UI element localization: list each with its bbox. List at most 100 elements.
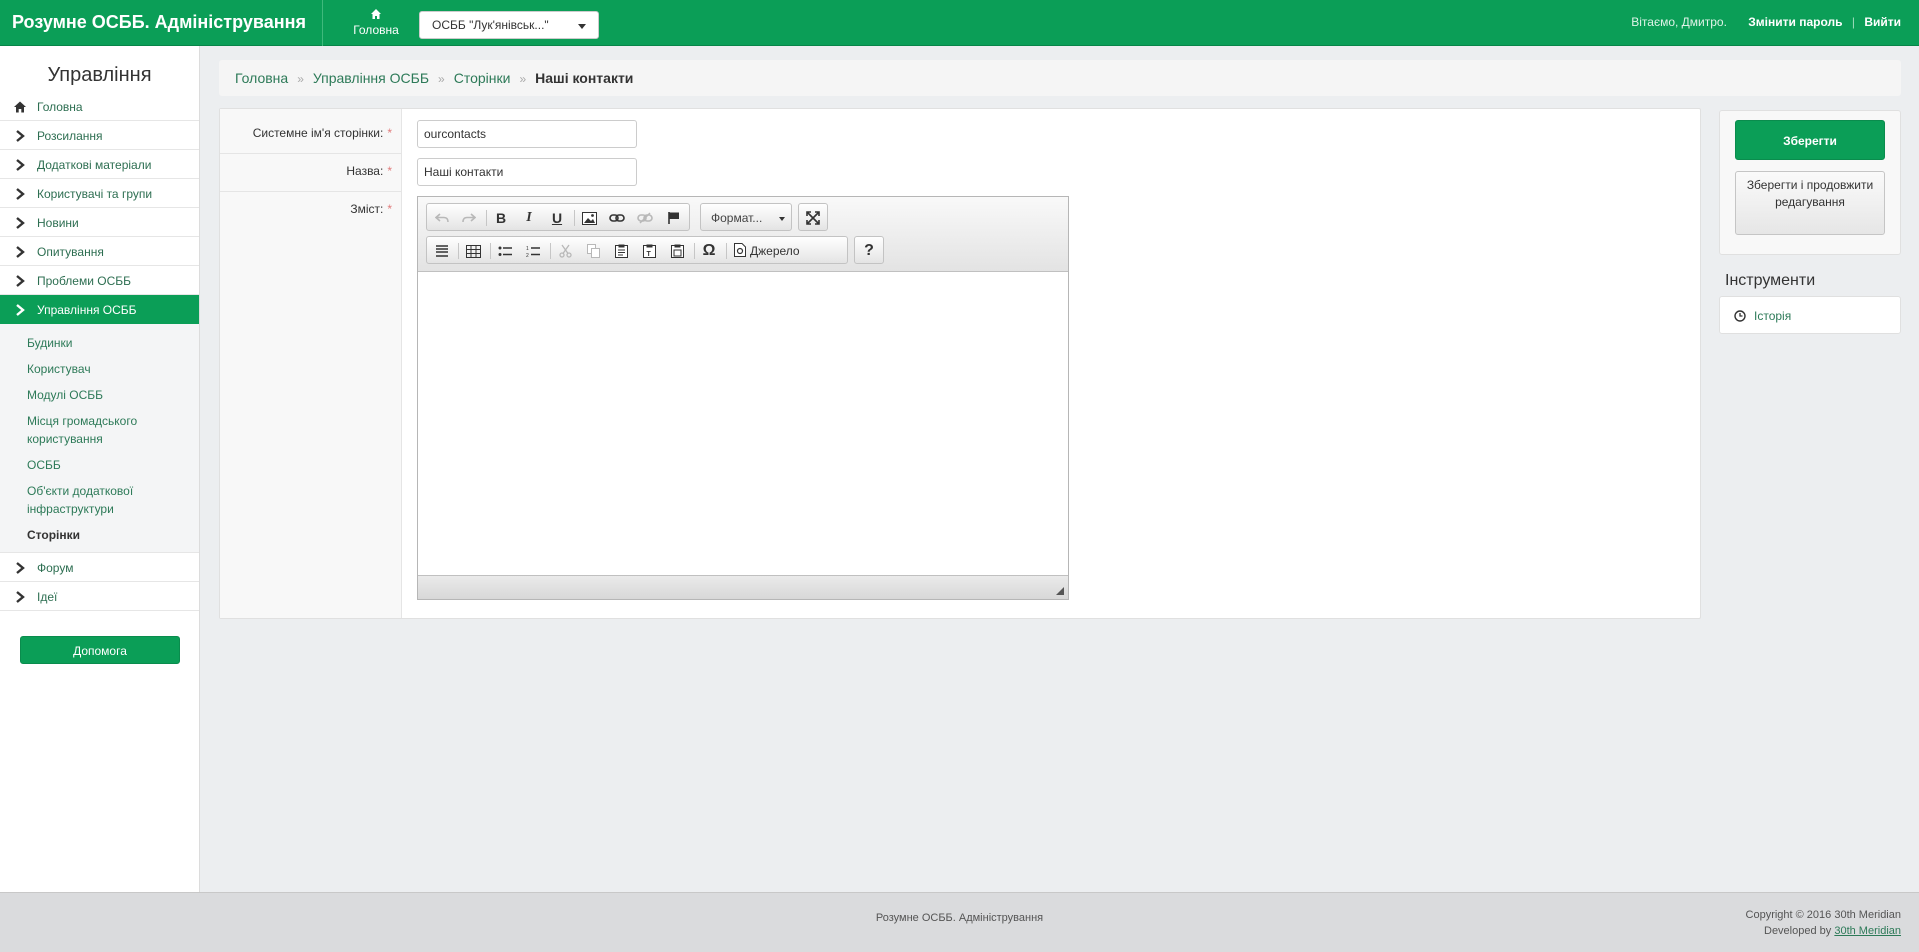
anchor-flag-icon[interactable] bbox=[662, 207, 684, 229]
link-icon[interactable] bbox=[606, 207, 628, 229]
toolbar-divider bbox=[726, 243, 727, 259]
source-button[interactable]: Джерело bbox=[730, 240, 804, 262]
italic-icon[interactable]: I bbox=[518, 207, 540, 229]
source-button-label: Джерело bbox=[750, 244, 800, 258]
svg-text:2: 2 bbox=[526, 253, 529, 258]
breadcrumb-home[interactable]: Головна bbox=[235, 70, 288, 86]
developer-link[interactable]: 30th Meridian bbox=[1834, 925, 1901, 937]
sidebar-item-users-groups[interactable]: Користувачі та групи bbox=[0, 179, 199, 208]
bulleted-list-icon[interactable] bbox=[494, 240, 516, 262]
toolbar-group-help: ? bbox=[854, 236, 884, 264]
toolbar-group-insert: 12 T Ω Джерело bbox=[426, 236, 848, 264]
format-combo-text: Формат... bbox=[711, 211, 763, 225]
undo-icon[interactable] bbox=[431, 207, 453, 229]
osbb-select-dropdown[interactable]: ОСББ "Лук'янівськ..." bbox=[419, 11, 599, 39]
sidebar-item-osbb-management[interactable]: Управління ОСББ bbox=[0, 295, 199, 324]
subnav-item-pages[interactable]: Сторінки bbox=[0, 522, 199, 548]
breadcrumb-pages[interactable]: Сторінки bbox=[454, 70, 511, 86]
redo-icon[interactable] bbox=[458, 207, 480, 229]
toolbar-divider bbox=[694, 243, 695, 259]
editor-content-area[interactable] bbox=[418, 272, 1068, 575]
chevron-right-icon bbox=[13, 216, 27, 230]
subnav-item-public-places[interactable]: Місця громадського користування bbox=[0, 408, 199, 452]
change-password-link[interactable]: Змінити пароль bbox=[1748, 15, 1842, 29]
bold-icon[interactable]: B bbox=[490, 207, 512, 229]
sidebar-item-mailing[interactable]: Розсилання bbox=[0, 121, 199, 150]
sidebar-item-label: Ідеї bbox=[37, 590, 58, 604]
underline-icon[interactable]: U bbox=[546, 207, 568, 229]
tools-title: Інструменти bbox=[1725, 272, 1816, 289]
sidebar-item-forum[interactable]: Форум bbox=[0, 553, 199, 582]
chevron-right-icon bbox=[13, 274, 27, 288]
sidebar-title: Управління bbox=[47, 64, 152, 86]
sidebar-item-problems[interactable]: Проблеми ОСББ bbox=[0, 266, 199, 295]
subnav-item-user[interactable]: Користувач bbox=[0, 356, 199, 382]
subnav-item-buildings[interactable]: Будинки bbox=[0, 330, 199, 356]
breadcrumb-current: Наші контакти bbox=[535, 70, 634, 86]
paste-word-icon[interactable] bbox=[666, 240, 688, 262]
help-question-icon[interactable]: ? bbox=[858, 240, 880, 262]
chevron-right-icon bbox=[13, 245, 27, 259]
tools-panel[interactable]: Історія bbox=[1719, 296, 1901, 334]
home-icon bbox=[13, 100, 27, 114]
toolbar-divider bbox=[574, 210, 575, 226]
toolbar-divider bbox=[458, 243, 459, 259]
copy-icon[interactable] bbox=[582, 240, 604, 262]
image-icon[interactable] bbox=[578, 207, 600, 229]
sidebar-item-polls[interactable]: Опитування bbox=[0, 237, 199, 266]
svg-text:T: T bbox=[646, 251, 651, 258]
logout-link[interactable]: Вийти bbox=[1864, 15, 1901, 29]
system-name-input[interactable] bbox=[417, 120, 637, 148]
help-button[interactable]: Допомога bbox=[20, 636, 180, 664]
form-row-divider bbox=[220, 191, 402, 192]
system-name-label: Системне ім'я сторінки: * bbox=[220, 126, 402, 140]
subnav-item-osbb[interactable]: ОСББ bbox=[0, 452, 199, 478]
resize-grip-icon[interactable] bbox=[1056, 587, 1064, 595]
chevron-right-icon bbox=[13, 158, 27, 172]
sidebar-item-label: Додаткові матеріали bbox=[37, 158, 152, 172]
toolbar-divider bbox=[486, 210, 487, 226]
format-combo[interactable]: Формат... bbox=[700, 203, 792, 231]
horizontal-rule-icon[interactable] bbox=[431, 240, 453, 262]
unlink-icon[interactable] bbox=[634, 207, 656, 229]
sidebar-item-home[interactable]: Головна bbox=[0, 92, 199, 121]
toolbar-group-basic: B I U bbox=[426, 203, 690, 231]
subnav-item-infrastructure[interactable]: Об'єкти додаткової інфраструктури bbox=[0, 478, 199, 522]
page-footer: Розумне ОСББ. Адміністрування Copyright … bbox=[0, 892, 1919, 952]
home-nav-link[interactable]: Головна bbox=[350, 8, 402, 37]
footer-developed: Developed by 30th Meridian bbox=[1746, 923, 1901, 939]
breadcrumb-separator: » bbox=[297, 72, 304, 86]
special-char-icon[interactable]: Ω bbox=[698, 240, 720, 262]
toolbar-group-maximize bbox=[798, 203, 828, 231]
toolbar-divider bbox=[550, 243, 551, 259]
sidebar-item-news[interactable]: Новини bbox=[0, 208, 199, 237]
save-button[interactable]: Зберегти bbox=[1735, 120, 1885, 160]
source-icon bbox=[734, 242, 746, 260]
user-menu-divider: | bbox=[1851, 15, 1855, 29]
footer-app-name: Розумне ОСББ. Адміністрування bbox=[875, 912, 1044, 924]
caret-down-icon bbox=[578, 24, 586, 29]
caret-down-icon bbox=[779, 217, 785, 221]
user-area: Вітаємо, Дмитро. Змінити пароль | Вийти bbox=[1631, 15, 1901, 29]
title-input[interactable] bbox=[417, 158, 637, 186]
sidebar-item-label: Розсилання bbox=[37, 129, 103, 143]
brand-title[interactable]: Розумне ОСББ. Адміністрування bbox=[12, 12, 306, 33]
sidebar-item-label: Головна bbox=[37, 100, 83, 114]
table-icon[interactable] bbox=[462, 240, 484, 262]
required-marker: * bbox=[387, 164, 392, 178]
save-and-continue-button[interactable]: Зберегти і продовжити редагування bbox=[1735, 171, 1885, 235]
osbb-select-value: ОСББ "Лук'янівськ..." bbox=[432, 18, 549, 32]
editor-status-bar bbox=[418, 575, 1068, 599]
sidebar-item-label: Користувачі та групи bbox=[37, 187, 153, 201]
maximize-icon[interactable] bbox=[802, 207, 824, 229]
subnav-item-modules[interactable]: Модулі ОСББ bbox=[0, 382, 199, 408]
sidebar-item-ideas[interactable]: Ідеї bbox=[0, 582, 199, 611]
sidebar-item-materials[interactable]: Додаткові матеріали bbox=[0, 150, 199, 179]
breadcrumb-osbb-management[interactable]: Управління ОСББ bbox=[313, 70, 429, 86]
paste-icon[interactable] bbox=[610, 240, 632, 262]
numbered-list-icon[interactable]: 12 bbox=[522, 240, 544, 262]
svg-text:1: 1 bbox=[526, 246, 529, 252]
cut-icon[interactable] bbox=[554, 240, 576, 262]
chevron-right-icon bbox=[13, 561, 27, 575]
paste-text-icon[interactable]: T bbox=[638, 240, 660, 262]
